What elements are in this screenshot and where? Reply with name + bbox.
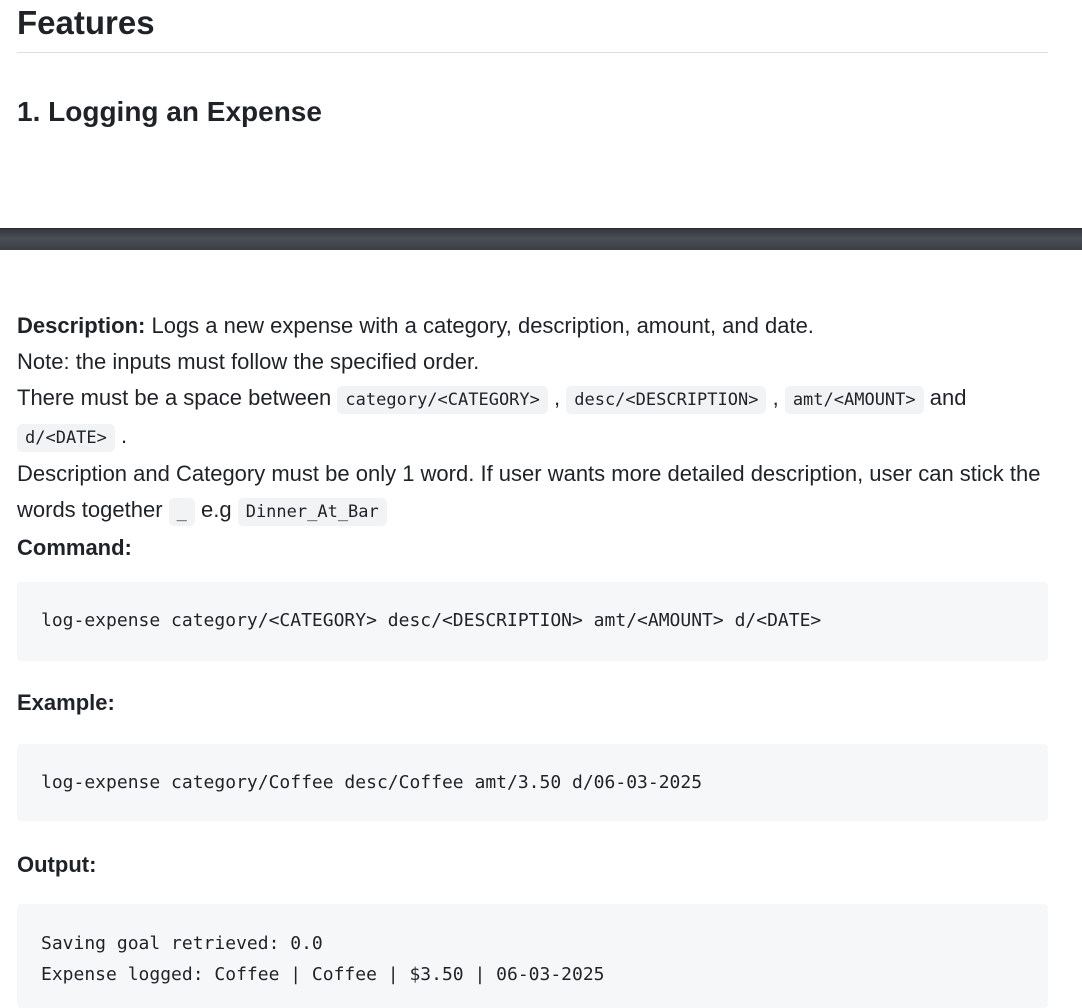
code-desc: desc/<DESCRIPTION> — [566, 386, 767, 414]
divider-bar — [0, 228, 1082, 250]
spacing-rule-prefix: There must be a space between — [17, 385, 338, 410]
section-title: 1. Logging an Expense — [17, 96, 322, 127]
separator: , — [766, 385, 785, 410]
command-label: Command: — [17, 535, 132, 560]
note-line: Note: the inputs must follow the specifi… — [17, 349, 480, 374]
command-code-block: log-expense category/<CATEGORY> desc/<DE… — [17, 582, 1048, 661]
output-label: Output: — [17, 852, 97, 877]
code-category: category/<CATEGORY> — [337, 386, 548, 414]
separator: , — [547, 385, 567, 410]
output-code-block: Saving goal retrieved: 0.0 Expense logge… — [17, 904, 1048, 1008]
description-line: Description: Logs a new expense with a c… — [17, 308, 1057, 344]
output-line: Saving goal retrieved: 0.0 — [41, 933, 323, 954]
description-label: Description: — [17, 313, 146, 338]
code-underscore: _ — [168, 498, 195, 526]
separator: and — [923, 385, 967, 410]
page-heading: Features — [17, 0, 1048, 53]
spacing-rule-line: There must be a space between category/<… — [17, 380, 1057, 456]
example-label: Example: — [17, 690, 115, 715]
output-line: Expense logged: Coffee | Coffee | $3.50 … — [41, 964, 605, 985]
word-rule-eg: e.g — [194, 497, 238, 522]
word-rule-line: Description and Category must be only 1 … — [17, 456, 1057, 530]
code-amt: amt/<AMOUNT> — [784, 386, 924, 414]
code-example-word: Dinner_At_Bar — [237, 498, 387, 526]
example-code-block: log-expense category/Coffee desc/Coffee … — [17, 744, 1048, 821]
period: . — [114, 423, 128, 448]
description-text: Logs a new expense with a category, desc… — [145, 313, 814, 338]
code-date: d/<DATE> — [17, 424, 115, 452]
description-block: Description: Logs a new expense with a c… — [17, 308, 1057, 566]
